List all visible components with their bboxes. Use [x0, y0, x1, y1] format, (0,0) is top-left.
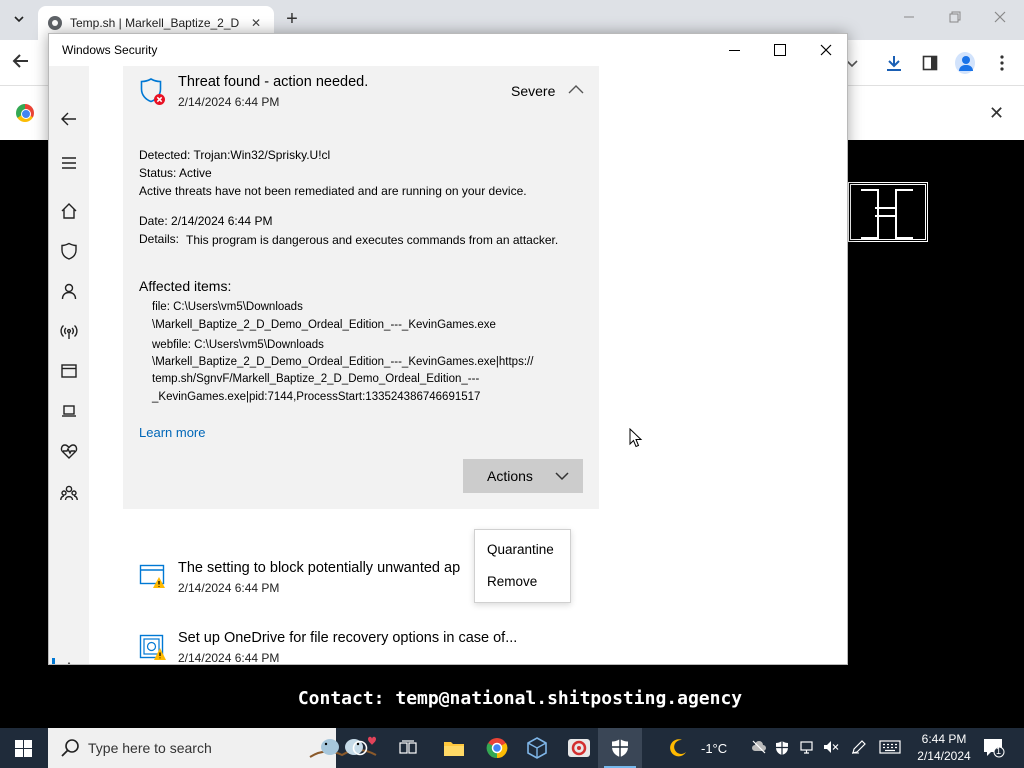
shield-icon[interactable] — [49, 238, 89, 264]
search-icon — [61, 739, 79, 757]
network-tray-icon[interactable] — [799, 740, 815, 757]
recommendation-date: 2/14/2024 6:44 PM — [178, 581, 280, 595]
device-laptop-icon[interactable] — [49, 398, 89, 424]
actions-dropdown-menu: Quarantine Remove — [474, 529, 571, 603]
affected-item-line: file: C:\Users\vm5\Downloads — [152, 301, 303, 313]
detected-label: Detected: — [139, 148, 191, 162]
volume-muted-icon[interactable] — [823, 740, 839, 757]
browser-close-icon[interactable] — [994, 10, 1006, 26]
new-tab-button[interactable]: + — [282, 9, 302, 29]
settings-gear-icon[interactable] — [49, 657, 89, 664]
threat-card: Threat found - action needed. 2/14/2024 … — [123, 66, 599, 509]
side-panel-icon[interactable] — [920, 53, 940, 73]
hamburger-menu-icon[interactable] — [49, 150, 89, 176]
threat-title: Threat found - action needed. — [178, 74, 369, 90]
back-arrow-icon[interactable] — [49, 106, 89, 132]
affected-item-line: temp.sh/SgnvF/Markell_Baptize_2_D_Demo_O… — [152, 373, 480, 385]
account-person-icon[interactable] — [49, 278, 89, 304]
status-label: Status: — [139, 166, 177, 180]
touch-keyboard-icon[interactable] — [879, 740, 901, 757]
details-label: Details: — [139, 232, 180, 246]
date-label: Date: — [139, 214, 168, 228]
actions-button-label: Actions — [487, 468, 533, 484]
tab-close-icon[interactable]: ✕ — [248, 16, 264, 30]
weather-temperature[interactable]: -1°C — [701, 741, 727, 756]
notification-center-icon[interactable] — [983, 738, 1005, 761]
browser-back-icon[interactable] — [12, 52, 30, 76]
windows-start-icon[interactable] — [15, 740, 32, 757]
window-close-button[interactable] — [816, 40, 836, 60]
chevron-down-icon — [555, 472, 569, 481]
detected-row: Detected: Trojan:Win32/Sprisky.U!cl — [139, 148, 330, 162]
app-browser-window-icon[interactable] — [49, 358, 89, 384]
chrome-taskbar-icon[interactable] — [475, 728, 519, 768]
window-warning-icon — [139, 564, 165, 588]
actions-button[interactable]: Actions — [463, 459, 583, 493]
clock-date[interactable]: 2/14/2024 — [914, 749, 974, 763]
taskbar-search-box[interactable]: Type here to search — [48, 728, 377, 768]
menu-dots-icon[interactable] — [992, 53, 1012, 73]
search-placeholder: Type here to search — [88, 740, 212, 756]
browser-tab-title: Temp.sh | Markell_Baptize_2_D — [70, 16, 240, 30]
tempsh-favicon-icon — [48, 16, 62, 30]
clock-time[interactable]: 6:44 PM — [918, 732, 970, 746]
page-logo — [848, 182, 928, 242]
affected-item-line: webfile: C:\Users\vm5\Downloads — [152, 339, 324, 351]
profile-icon[interactable] — [955, 52, 975, 74]
mouse-cursor-icon — [629, 428, 643, 448]
detected-value: Trojan:Win32/Sprisky.U!cl — [193, 148, 331, 162]
affected-item-line: \Markell_Baptize_2_D_Demo_Ordeal_Edition… — [152, 319, 496, 331]
windows-security-window: Windows Security Threat found - action n… — [48, 33, 848, 665]
infobar-close-button[interactable]: ✕ — [989, 103, 1004, 124]
details-value: This program is dangerous and executes c… — [186, 233, 559, 247]
affected-items-heading: Affected items: — [139, 278, 232, 294]
contact-line: Contact: temp@national.shitposting.agenc… — [297, 688, 743, 709]
recommendation-date: 2/14/2024 6:44 PM — [178, 651, 280, 665]
menu-item-remove[interactable]: Remove — [487, 574, 537, 589]
window-maximize-button[interactable] — [770, 40, 790, 60]
threat-date: 2/14/2024 6:44 PM — [178, 95, 280, 109]
cortana-circle-icon[interactable] — [338, 728, 382, 768]
affected-item-line: \Markell_Baptize_2_D_Demo_Ordeal_Edition… — [152, 356, 534, 368]
chrome-logo-icon — [16, 104, 34, 122]
browser-restore-icon[interactable] — [949, 10, 961, 26]
windows-security-taskbar-icon[interactable] — [598, 728, 642, 768]
taskbar: Type here to search -1°C 6:44 PM 2/14/20… — [0, 728, 1024, 768]
window-titlebar[interactable]: Windows Security — [49, 34, 847, 66]
file-explorer-icon[interactable] — [432, 728, 476, 768]
task-view-icon[interactable] — [386, 728, 430, 768]
virtualbox-cube-icon[interactable] — [515, 728, 559, 768]
window-title: Windows Security — [62, 43, 158, 57]
nav-sidebar — [49, 66, 89, 664]
family-group-icon[interactable] — [49, 480, 89, 506]
recovery-warning-icon — [139, 634, 166, 660]
status-note: Active threats have not been remediated … — [139, 184, 527, 198]
date-row: Date: 2/14/2024 6:44 PM — [139, 214, 272, 228]
severity-label[interactable]: Severe — [511, 83, 555, 99]
recommendation-title[interactable]: Set up OneDrive for file recovery option… — [178, 630, 517, 646]
threat-shield-icon — [140, 78, 165, 105]
tab-search-chevron-icon[interactable] — [8, 8, 30, 30]
learn-more-link[interactable]: Learn more — [139, 425, 205, 440]
menu-item-quarantine[interactable]: Quarantine — [487, 542, 554, 557]
health-heart-icon[interactable] — [49, 438, 89, 464]
main-content: Threat found - action needed. 2/14/2024 … — [89, 66, 847, 665]
status-value: Active — [179, 166, 212, 180]
cloud-offline-icon[interactable] — [751, 740, 767, 757]
network-antenna-icon[interactable] — [49, 318, 89, 344]
recommendation-title[interactable]: The setting to block potentially unwante… — [178, 560, 460, 576]
notification-count: 1 — [996, 746, 1002, 756]
browser-minimize-icon[interactable] — [903, 10, 915, 26]
chevron-up-icon[interactable] — [567, 83, 585, 97]
window-minimize-button[interactable] — [725, 40, 745, 60]
date-value: 2/14/2024 6:44 PM — [171, 214, 273, 228]
affected-item-line: _KevinGames.exe|pid:7144,ProcessStart:13… — [152, 391, 481, 403]
pen-workspace-icon[interactable] — [851, 740, 867, 757]
download-icon[interactable] — [884, 53, 904, 73]
home-icon[interactable] — [49, 198, 89, 224]
weather-moon-icon[interactable] — [658, 728, 698, 768]
recorder-app-icon[interactable] — [557, 728, 601, 768]
status-row: Status: Active — [139, 166, 212, 180]
defender-tray-icon[interactable] — [775, 740, 789, 759]
